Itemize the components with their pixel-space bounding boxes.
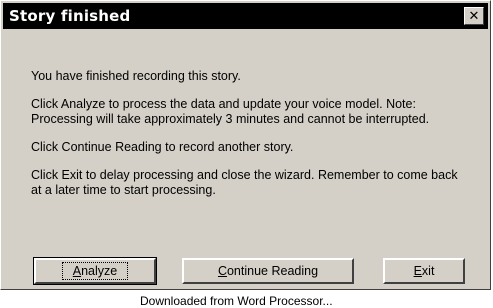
dialog-title: Story finished <box>9 7 131 25</box>
analyze-button[interactable]: Analyze <box>33 257 157 285</box>
exit-button-label: Exit <box>413 264 435 278</box>
continue-reading-button[interactable]: Continue Reading <box>182 258 354 284</box>
message-continue: Click Continue Reading to record another… <box>31 140 294 154</box>
continue-reading-button-label: Continue Reading <box>217 264 319 278</box>
close-icon: ✕ <box>468 8 480 24</box>
dialog-body: You have finished recording this story. … <box>31 69 461 211</box>
message-exit: Click Exit to delay processing and close… <box>31 168 458 197</box>
message-analyze: Click Analyze to process the data and up… <box>31 97 430 126</box>
exit-button[interactable]: Exit <box>383 258 465 284</box>
title-bar: Story finished ✕ <box>3 3 488 29</box>
story-finished-dialog: Story finished ✕ You have finished recor… <box>0 0 491 290</box>
analyze-button-label: Analyze <box>61 262 129 280</box>
button-row: Analyze Continue Reading Exit <box>1 257 492 285</box>
close-button[interactable]: ✕ <box>464 7 484 25</box>
footer-caption: Downloaded from Word Processor... <box>140 294 333 308</box>
message-finished: You have finished recording this story. <box>31 69 241 83</box>
